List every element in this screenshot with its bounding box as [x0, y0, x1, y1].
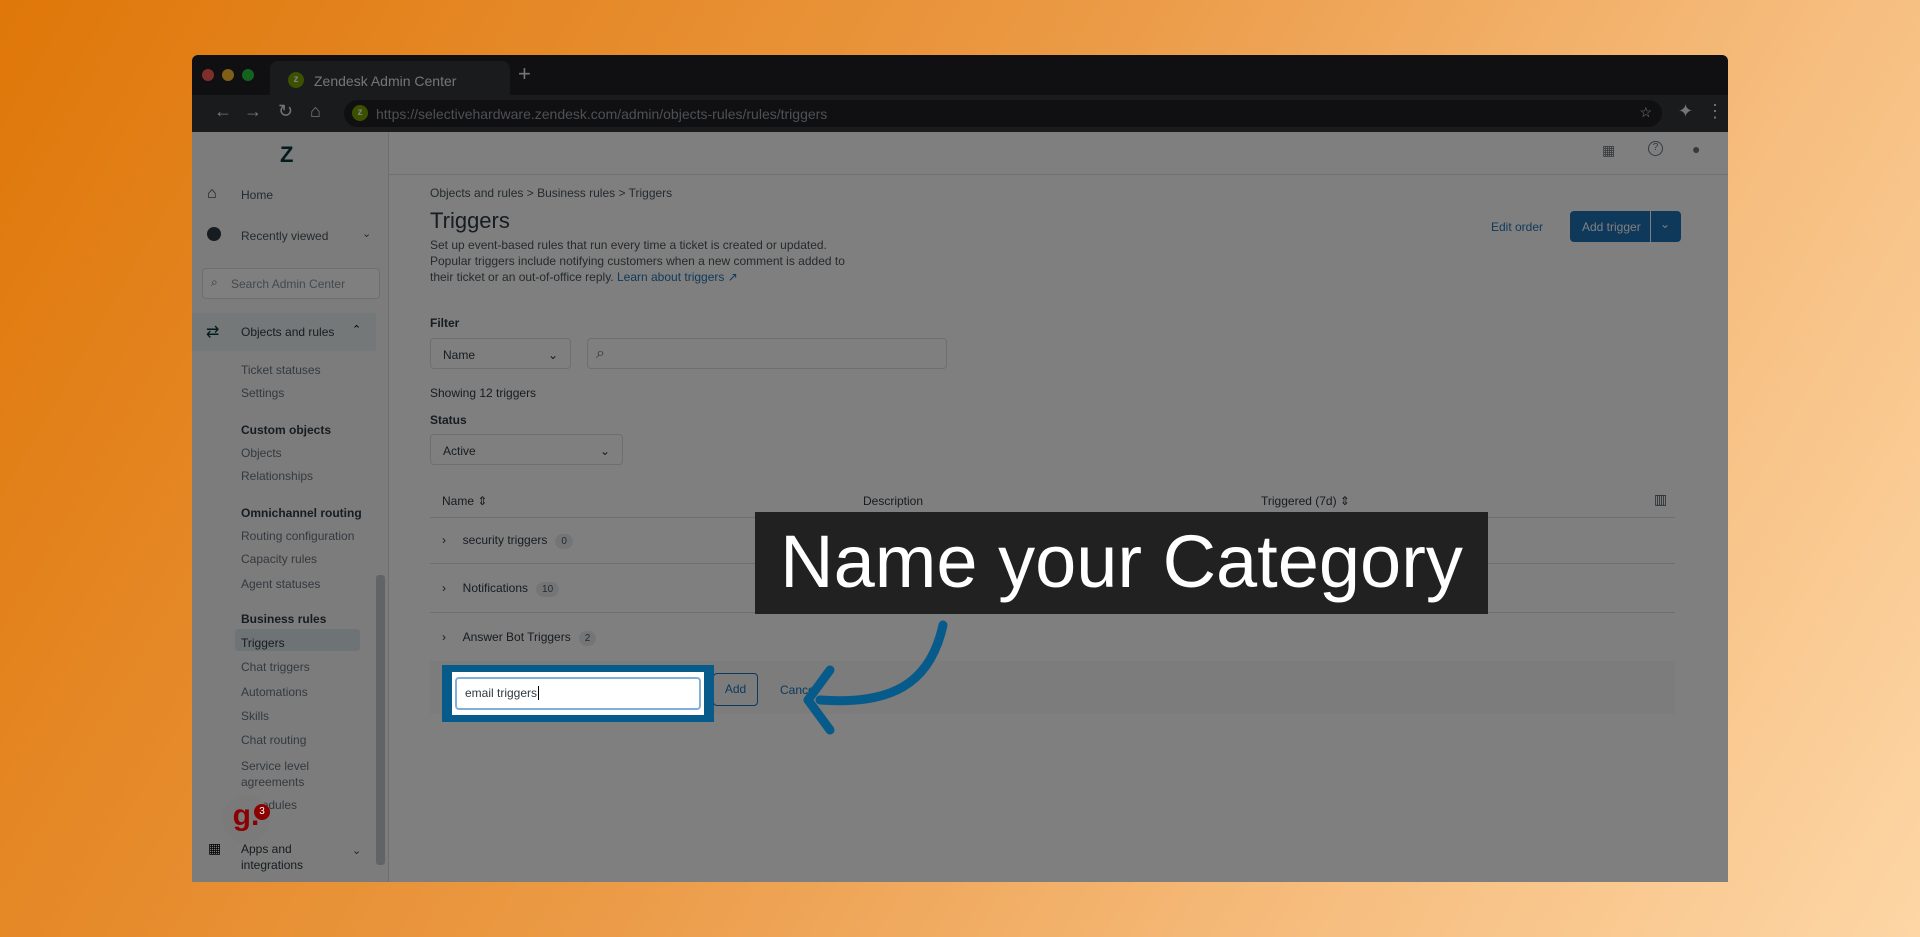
pointer-arrow-icon	[803, 620, 948, 735]
sidebar-item-apps-and-integrations[interactable]: Apps and integrations	[241, 841, 321, 873]
tutorial-callout: Name your Category	[755, 512, 1488, 614]
dim-overlay	[192, 55, 1728, 882]
notification-badge: 3	[254, 804, 270, 820]
category-name-value: email triggers	[465, 686, 538, 700]
highlight-frame: email triggers	[442, 665, 714, 722]
apps-icon: ▦	[208, 840, 222, 856]
browser-window: z Zendesk Admin Center + ← → ↻ ⌂ z https…	[192, 55, 1728, 882]
chevron-down-icon: ⌄	[352, 845, 362, 857]
category-name-input[interactable]: email triggers	[455, 677, 701, 710]
